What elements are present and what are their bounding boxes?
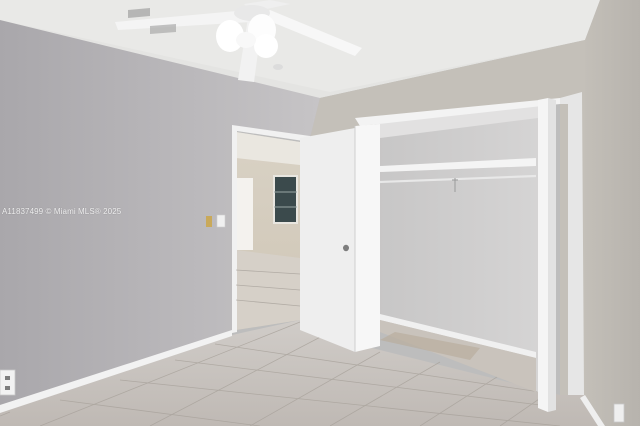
- wall-outlet-right: [613, 403, 625, 423]
- light-switch: [206, 216, 212, 227]
- hallway-door: [237, 178, 253, 250]
- closet-door-right-inner: [538, 98, 548, 412]
- photo-watermark: A11837499 © Miami MLS® 2025: [2, 207, 122, 216]
- bedroom-photo: A11837499 © Miami MLS® 2025: [0, 0, 640, 426]
- smoke-detector: [273, 64, 283, 70]
- outlet-plate: [216, 214, 226, 228]
- door-knob: [343, 244, 349, 252]
- wall-outlet-left: [0, 369, 16, 396]
- hallway-window: [274, 176, 297, 223]
- closet-door-left-outer: [300, 128, 355, 352]
- closet-door-left-inner: [355, 124, 380, 352]
- right-wall: [585, 0, 640, 426]
- closet-door-right-outer: [548, 98, 556, 412]
